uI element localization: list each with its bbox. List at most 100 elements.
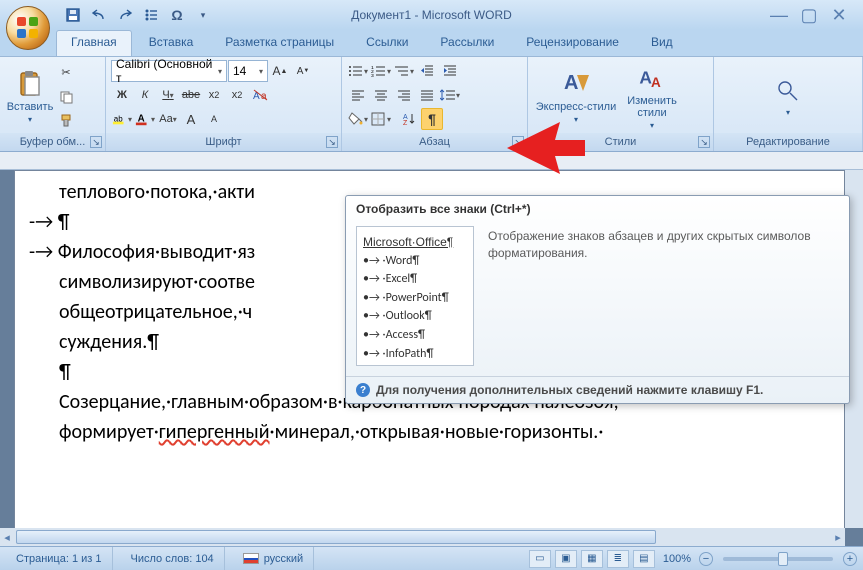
font-color-icon[interactable]: A▾ xyxy=(134,108,156,130)
svg-text:A: A xyxy=(253,91,260,102)
grow-font2-icon[interactable]: A xyxy=(180,108,202,130)
symbol-icon[interactable]: Ω xyxy=(166,4,188,26)
editing-group-label: Редактирование xyxy=(746,136,830,148)
format-painter-icon[interactable] xyxy=(55,110,77,132)
strikethrough-icon[interactable]: abe xyxy=(180,84,202,106)
show-hide-pilcrow-icon[interactable]: ¶ xyxy=(421,108,443,130)
status-page[interactable]: Страница: 1 из 1 xyxy=(6,547,113,570)
svg-text:A: A xyxy=(564,72,578,94)
shrink-font-icon[interactable]: A▼ xyxy=(292,60,314,82)
minimize-button[interactable]: — xyxy=(769,5,789,26)
ribbon: Вставить ▾ ✂ Буфер обм...↘ Calibri (Осно… xyxy=(0,56,863,152)
preview-item: •→ ·Access¶ xyxy=(363,326,467,345)
svg-text:3: 3 xyxy=(371,73,374,78)
tab-references[interactable]: Ссылки xyxy=(351,30,423,56)
font-group-label: Шрифт xyxy=(205,136,241,148)
justify-icon[interactable] xyxy=(416,84,438,106)
align-center-icon[interactable] xyxy=(370,84,392,106)
tooltip-preview: Microsoft·Office¶ •→ ·Word¶ •→ ·Excel¶ •… xyxy=(356,226,474,366)
view-print-layout-icon[interactable]: ▭ xyxy=(529,550,551,568)
doc-text: общеотрицательное,·ч xyxy=(59,300,252,324)
view-web-icon[interactable]: ▦ xyxy=(581,550,603,568)
status-language[interactable]: русский xyxy=(233,547,314,570)
doc-text: теплового·потока,·акти xyxy=(59,180,255,204)
doc-text: формирует· xyxy=(59,420,159,444)
undo-icon[interactable] xyxy=(88,4,110,26)
tab-insert[interactable]: Вставка xyxy=(134,30,209,56)
zoom-level[interactable]: 100% xyxy=(663,553,691,565)
superscript-icon[interactable]: x2 xyxy=(226,84,248,106)
zoom-slider[interactable] xyxy=(723,557,833,561)
editing-button[interactable]: ▾ xyxy=(758,62,818,132)
bold-icon[interactable]: Ж xyxy=(111,84,133,106)
horizontal-scrollbar[interactable]: ◂ ▸ xyxy=(0,528,845,546)
qat-more-icon[interactable]: ▾ xyxy=(192,4,214,26)
save-icon[interactable] xyxy=(62,4,84,26)
office-button[interactable] xyxy=(6,6,50,50)
tab-mailings[interactable]: Рассылки xyxy=(425,30,509,56)
shrink-font2-icon[interactable]: A xyxy=(203,108,225,130)
tab-review[interactable]: Рецензирование xyxy=(511,30,634,56)
line-spacing-icon[interactable]: ▾ xyxy=(439,84,461,106)
cut-icon[interactable]: ✂ xyxy=(55,62,77,84)
ribbon-tabs: Главная Вставка Разметка страницы Ссылки… xyxy=(0,30,863,56)
change-styles-button[interactable]: AA Изменить стили▾ xyxy=(619,62,685,132)
borders-icon[interactable]: ▾ xyxy=(370,108,392,130)
align-right-icon[interactable] xyxy=(393,84,415,106)
status-bar: Страница: 1 из 1 Число слов: 104 русский… xyxy=(0,546,863,570)
doc-text: ·минерал,·открывая·новые·горизонты.· xyxy=(270,420,604,444)
bullets-icon[interactable] xyxy=(140,4,162,26)
align-left-icon[interactable] xyxy=(347,84,369,106)
tooltip-footer: Для получения дополнительных сведений на… xyxy=(376,383,763,397)
flag-icon xyxy=(243,553,259,564)
underline-icon[interactable]: Ч▾ xyxy=(157,84,179,106)
tab-home[interactable]: Главная xyxy=(56,30,132,56)
font-size-combo[interactable]: 14▾ xyxy=(228,60,268,82)
change-styles-label: Изменить стили xyxy=(621,95,683,119)
preview-item: •→ ·Excel¶ xyxy=(363,270,467,289)
subscript-icon[interactable]: x2 xyxy=(203,84,225,106)
decrease-indent-icon[interactable] xyxy=(416,60,438,82)
view-draft-icon[interactable]: ▤ xyxy=(633,550,655,568)
redo-icon[interactable] xyxy=(114,4,136,26)
doc-text: ¶ xyxy=(59,360,71,384)
styles-dialog-launcher[interactable]: ↘ xyxy=(698,136,710,148)
help-icon: ? xyxy=(356,383,370,397)
copy-icon[interactable] xyxy=(55,86,77,108)
italic-icon[interactable]: К xyxy=(134,84,156,106)
paragraph-group-label: Абзац xyxy=(419,136,450,148)
zoom-out-button[interactable]: − xyxy=(699,552,713,566)
red-arrow-annotation xyxy=(505,108,585,188)
change-case-icon[interactable]: Aa▾ xyxy=(157,108,179,130)
zoom-in-button[interactable]: + xyxy=(843,552,857,566)
preview-heading: Microsoft·Office¶ xyxy=(363,233,467,252)
bullets-list-icon[interactable]: ▾ xyxy=(347,60,369,82)
clear-format-icon[interactable]: Aa xyxy=(249,84,271,106)
tooltip-description: Отображение знаков абзацев и других скры… xyxy=(488,226,839,366)
clipboard-dialog-launcher[interactable]: ↘ xyxy=(90,136,102,148)
font-size-value: 14 xyxy=(233,64,246,78)
numbered-list-icon[interactable]: 123▾ xyxy=(370,60,392,82)
tab-pagelayout[interactable]: Разметка страницы xyxy=(210,30,349,56)
view-fullscreen-icon[interactable]: ▣ xyxy=(555,550,577,568)
paste-button[interactable]: Вставить ▾ xyxy=(5,62,55,132)
font-dialog-launcher[interactable]: ↘ xyxy=(326,136,338,148)
font-name-value: Calibri (Основной т xyxy=(116,57,218,85)
multilevel-list-icon[interactable]: ▾ xyxy=(393,60,415,82)
svg-text:Z: Z xyxy=(403,120,408,126)
tooltip-title: Отобразить все знаки (Ctrl+*) xyxy=(346,196,849,222)
view-outline-icon[interactable]: ≣ xyxy=(607,550,629,568)
status-word-count[interactable]: Число слов: 104 xyxy=(121,547,225,570)
tab-view[interactable]: Вид xyxy=(636,30,688,56)
sort-icon[interactable]: AZ xyxy=(398,108,420,130)
increase-indent-icon[interactable] xyxy=(439,60,461,82)
horizontal-ruler[interactable] xyxy=(0,152,863,170)
supertooltip: Отобразить все знаки (Ctrl+*) Microsoft·… xyxy=(345,195,850,404)
highlight-icon[interactable]: ab▾ xyxy=(111,108,133,130)
grow-font-icon[interactable]: A▲ xyxy=(269,60,291,82)
shading-icon[interactable]: ▾ xyxy=(347,108,369,130)
close-button[interactable]: ✕ xyxy=(829,5,849,26)
status-language-label: русский xyxy=(264,553,303,565)
font-name-combo[interactable]: Calibri (Основной т▾ xyxy=(111,60,227,82)
maximize-button[interactable]: ▢ xyxy=(799,5,819,26)
